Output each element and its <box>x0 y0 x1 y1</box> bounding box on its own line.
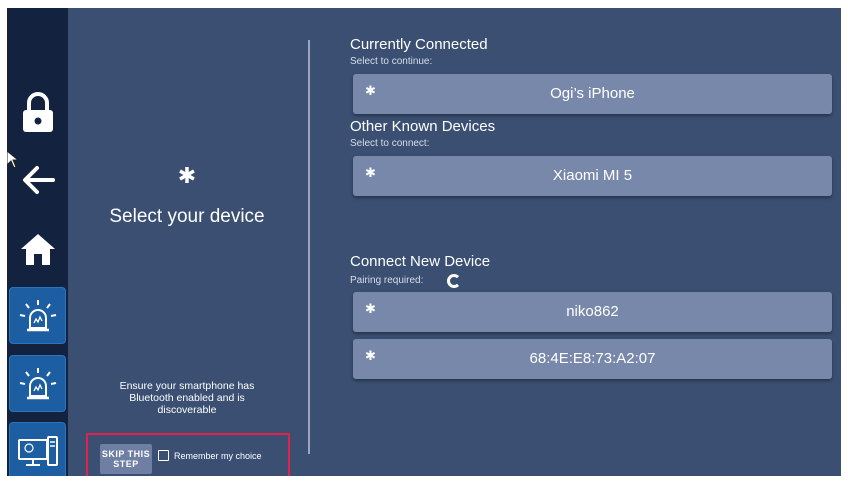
alarm-button-2[interactable] <box>9 355 66 412</box>
back-arrow-icon <box>22 165 55 194</box>
alarm-button-1[interactable] <box>9 287 66 344</box>
known-section-title: Other Known Devices <box>350 118 496 135</box>
lock-button[interactable] <box>9 84 66 141</box>
connected-section-subtitle: Select to continue: <box>350 56 433 67</box>
bluetooth-instructions: Ensure your smartphone has Bluetooth ena… <box>119 380 255 416</box>
remember-choice-option[interactable]: Remember my choice <box>158 450 262 461</box>
new-device-section-subtitle: Pairing required: <box>350 275 424 286</box>
siren-icon <box>19 299 56 331</box>
home-icon <box>20 233 55 265</box>
device-name: niko862 <box>566 303 619 320</box>
connected-section-title: Currently Connected <box>350 36 488 53</box>
devices-button[interactable] <box>9 422 66 476</box>
panel-divider <box>308 40 310 454</box>
loading-spinner-icon <box>447 274 461 288</box>
home-button[interactable] <box>9 220 66 277</box>
new-device-section-title: Connect New Device <box>350 253 491 270</box>
mouse-cursor-icon <box>7 151 19 169</box>
bluetooth-icon: ✱ <box>177 163 197 188</box>
device-row-new[interactable]: ✱ 68:4E:E8:73:A2:07 <box>353 339 832 379</box>
skip-step-button[interactable]: SKIP THIS STEP <box>100 444 152 474</box>
skip-label-line2: STEP <box>113 459 139 469</box>
device-row-connected[interactable]: ✱ Ogi’s iPhone <box>353 74 832 114</box>
device-name: 68:4E:E8:73:A2:07 <box>529 350 656 367</box>
skip-label-line1: SKIP THIS <box>101 449 151 459</box>
page-title: Select your device <box>109 206 265 227</box>
device-name: Xiaomi MI 5 <box>552 167 633 184</box>
remember-choice-checkbox[interactable] <box>158 450 169 461</box>
app-window: ✱ Select your device Ensure your smartph… <box>7 8 841 476</box>
known-section-subtitle: Select to connect: <box>350 138 430 149</box>
device-list-panel: Currently Connected Select to continue: … <box>350 8 841 476</box>
lock-icon <box>22 91 53 132</box>
siren-icon <box>19 367 56 399</box>
device-name: Ogi’s iPhone <box>550 85 635 102</box>
computer-monitor-icon <box>17 435 58 466</box>
left-panel: ✱ Select your device Ensure your smartph… <box>68 8 306 476</box>
remember-choice-label: Remember my choice <box>174 450 262 461</box>
device-row-known[interactable]: ✱ Xiaomi MI 5 <box>353 156 832 196</box>
sidebar <box>7 8 68 476</box>
device-row-new[interactable]: ✱ niko862 <box>353 292 832 332</box>
skip-controls-highlight: SKIP THIS STEP Remember my choice <box>86 433 290 476</box>
